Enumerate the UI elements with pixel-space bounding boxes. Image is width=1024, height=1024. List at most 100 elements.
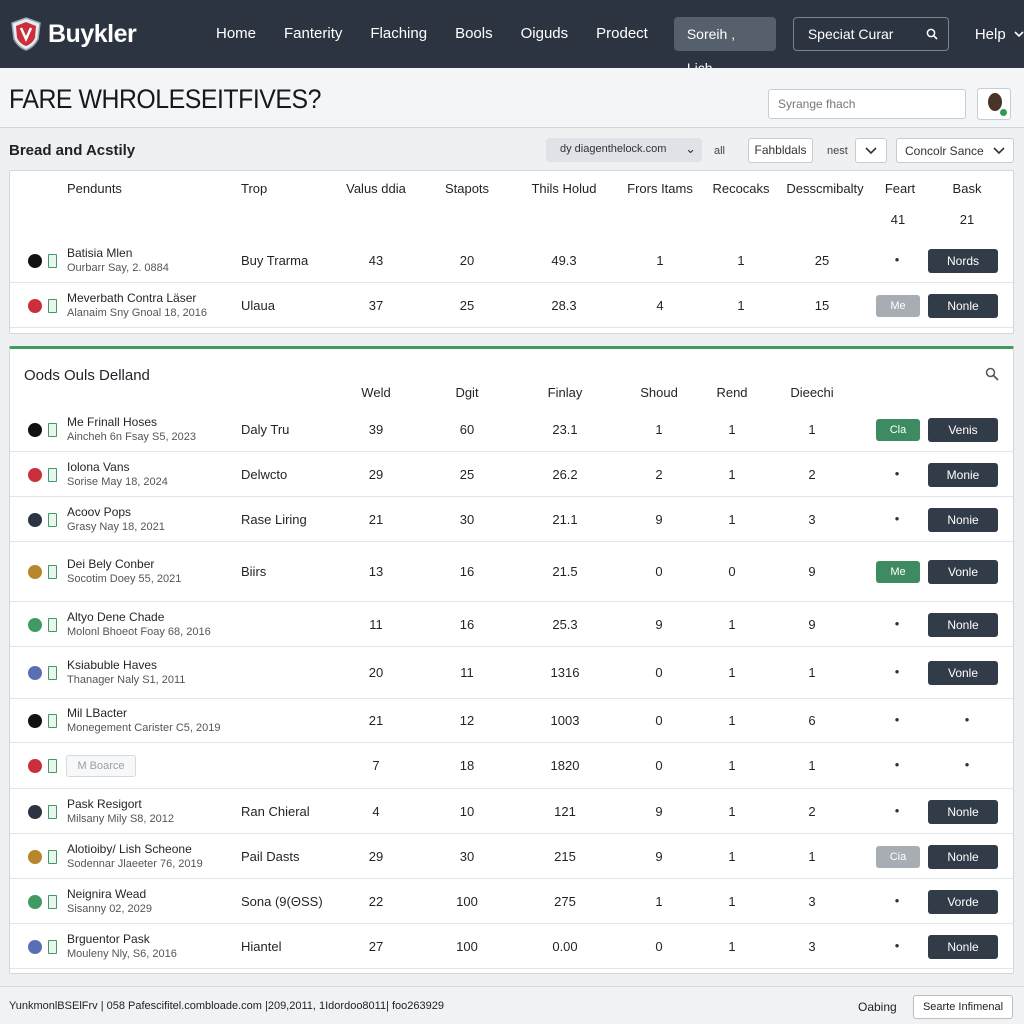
row-value: 1	[728, 893, 736, 909]
row-name[interactable]: Pask Resigort	[67, 797, 142, 811]
avatar[interactable]	[977, 88, 1011, 120]
row-status-icon	[28, 467, 42, 482]
dropdown-toggle-button[interactable]	[855, 138, 887, 163]
row-value: 49.3	[551, 252, 577, 268]
table-row[interactable]: Pask Resigort Milsany Mily S8, 2012 Ran Ch…	[10, 789, 1013, 834]
row-value: 37	[368, 297, 384, 313]
table-row[interactable]: Neignira Wead Sisanny 02, 2029 Sona (9(ΘSS…	[10, 879, 1013, 924]
row-marker: •	[894, 465, 900, 481]
row-marker: •	[894, 802, 900, 818]
row-action-button[interactable]: Nonle	[928, 293, 998, 318]
column-header-shoud[interactable]: Shoud	[640, 385, 678, 400]
nav-item-oiguds[interactable]: Oiguds	[507, 17, 583, 51]
column-header-recocaks[interactable]: Recocaks	[712, 181, 769, 196]
column-header-frors-itams[interactable]: Frors Itams	[627, 181, 693, 196]
row-trop: Biirs	[241, 564, 267, 579]
row-marker: •	[894, 712, 900, 727]
all-label[interactable]: all	[714, 145, 725, 157]
row-name[interactable]: Meverbath Contra Läser	[67, 291, 196, 305]
search-icon[interactable]	[985, 367, 999, 381]
row-value: 1	[728, 803, 736, 819]
row-name[interactable]: Dei Bely Conber	[67, 557, 154, 571]
nav-item-bools[interactable]: Bools	[441, 17, 507, 51]
column-header-finlay[interactable]: Finlay	[548, 385, 583, 400]
search-icon[interactable]	[926, 28, 938, 40]
table-row[interactable]: Alotioiby/ Lish Scheone Sodennar Jlaeeter…	[10, 834, 1013, 879]
column-header-trop[interactable]: Trop	[241, 181, 267, 196]
row-action-button[interactable]: Vonle	[928, 661, 998, 685]
table-row[interactable]: Batisia Mlen Ourbarr Say, 2. 0884 Buy Trar…	[10, 238, 1013, 283]
filter-select[interactable]: dy diagenthelock.com ⌄	[546, 138, 702, 162]
row-action-button[interactable]: Nonle	[928, 934, 998, 959]
column-header-thils-holud[interactable]: Thils Holud	[531, 181, 596, 196]
row-action-button[interactable]: Nords	[928, 248, 998, 273]
row-name[interactable]: Brguentor Pask	[67, 932, 150, 946]
table-row[interactable]: M Boarce 7 18 1820 0 1 1 • •	[10, 743, 1013, 789]
nav-search-pill[interactable]: Soreih , Lich	[673, 17, 776, 76]
table-row[interactable]: Ksiabuble Haves Thanager Naly S1, 2011 20 1…	[10, 647, 1013, 699]
column-header-pendunts[interactable]: Pendunts	[67, 181, 122, 196]
row-name[interactable]: Altyo Dene Chade	[67, 610, 164, 624]
row-name[interactable]: Ksiabuble Haves	[67, 658, 157, 672]
footer-button[interactable]: Searte Infimenal	[913, 995, 1013, 1019]
row-subtitle: Sisanny 02, 2029	[67, 902, 153, 915]
row-action-button[interactable]: Monie	[928, 462, 998, 487]
row-value: 7	[372, 758, 380, 773]
nav-search-input[interactable]: Speciat Curar	[792, 17, 949, 51]
table-row[interactable]: Brguentor Pask Mouleny Nly, S6, 2016 Hiant…	[10, 924, 1013, 969]
column-header-dgit[interactable]: Dgit	[455, 385, 478, 400]
column-header-weld[interactable]: Weld	[361, 385, 390, 400]
row-action-button[interactable]: Nonie	[928, 507, 998, 532]
row-trop: Pail Dasts	[241, 848, 300, 864]
help-menu[interactable]: Help	[975, 26, 1024, 43]
column-header-feart[interactable]: Feart	[885, 181, 915, 196]
row-value: 1	[728, 511, 736, 527]
row-action-button[interactable]: Nonle	[928, 844, 998, 869]
table-row[interactable]: Altyo Dene Chade Molonl Bhoeot Foay 68, 2…	[10, 602, 1013, 647]
row-name[interactable]: Batisia Mlen	[67, 246, 132, 260]
row-name[interactable]: Acoov Pops	[67, 505, 131, 519]
column-header-desscmibalty[interactable]: Desscmibalty	[786, 181, 863, 196]
table-row[interactable]: Me Frinall Hoses Aincheh 6n Fsay S5, 2023…	[10, 407, 1013, 452]
row-tag-button[interactable]: Me	[876, 294, 920, 317]
placeholder-chip[interactable]: M Boarce	[66, 755, 136, 777]
column-header-rend[interactable]: Rend	[716, 385, 747, 400]
nav-item-home[interactable]: Home	[202, 17, 270, 51]
table-row[interactable]: Dei Bely Conber Socotim Doey 55, 2021 Biir…	[10, 542, 1013, 602]
column-header-stapots[interactable]: Stapots	[445, 181, 489, 196]
row-name[interactable]: Iolona Vans	[67, 460, 130, 474]
filters-button[interactable]: Fahbldals	[748, 138, 813, 163]
row-subtitle: Grasy Nay 18, 2021	[67, 520, 165, 533]
column-header-valus[interactable]: Valus ddia	[346, 181, 406, 196]
row-action-button[interactable]: Vonle	[928, 560, 998, 584]
row-action-button[interactable]: Vorde	[928, 889, 998, 914]
row-action-button[interactable]: Nonle	[928, 612, 998, 637]
row-trop: Ran Chieral	[241, 803, 310, 819]
nav-item-prodect[interactable]: Prodect	[582, 17, 662, 51]
row-name[interactable]: Me Frinall Hoses	[67, 415, 157, 429]
header-search-input[interactable]: Syrange fhach	[768, 89, 966, 119]
row-status-icon	[28, 422, 42, 437]
column-header-dieechi[interactable]: Dieechi	[790, 385, 833, 400]
table-row[interactable]: Meverbath Contra Läser Alanaim Sny Gnoal …	[10, 283, 1013, 328]
row-value: 9	[808, 616, 816, 632]
nav-item-fanterity[interactable]: Fanterity	[270, 17, 356, 51]
row-action-button[interactable]: Nonle	[928, 799, 998, 824]
row-name[interactable]: Neignira Wead	[67, 887, 146, 901]
nav-item-flaching[interactable]: Flaching	[356, 17, 441, 51]
next-label[interactable]: nest	[827, 145, 848, 157]
row-tag-button[interactable]: Me	[876, 561, 920, 583]
row-tag-button[interactable]: Cia	[876, 845, 920, 868]
row-name[interactable]: Alotioiby/ Lish Scheone	[67, 842, 192, 856]
table-row[interactable]: Iolona Vans Sorise May 18, 2024 Delwcto 29 2…	[10, 452, 1013, 497]
logo[interactable]: Buykler	[10, 17, 190, 51]
table-row[interactable]: Acoov Pops Grasy Nay 18, 2021 Rase Liring 2…	[10, 497, 1013, 542]
avatar-image	[988, 93, 1002, 111]
column-header-bask[interactable]: Bask	[953, 181, 982, 196]
row-tag-button[interactable]: Cla	[876, 418, 920, 441]
row-action-button[interactable]: Venis	[928, 417, 998, 442]
row-name[interactable]: Mil LBacter	[67, 706, 127, 720]
table-row[interactable]: Mil LBacter Monegement Carister C5, 2019 2…	[10, 699, 1013, 743]
sort-dropdown[interactable]: Concolr Sance	[896, 138, 1014, 163]
footer-label[interactable]: Oabing	[858, 1000, 897, 1014]
